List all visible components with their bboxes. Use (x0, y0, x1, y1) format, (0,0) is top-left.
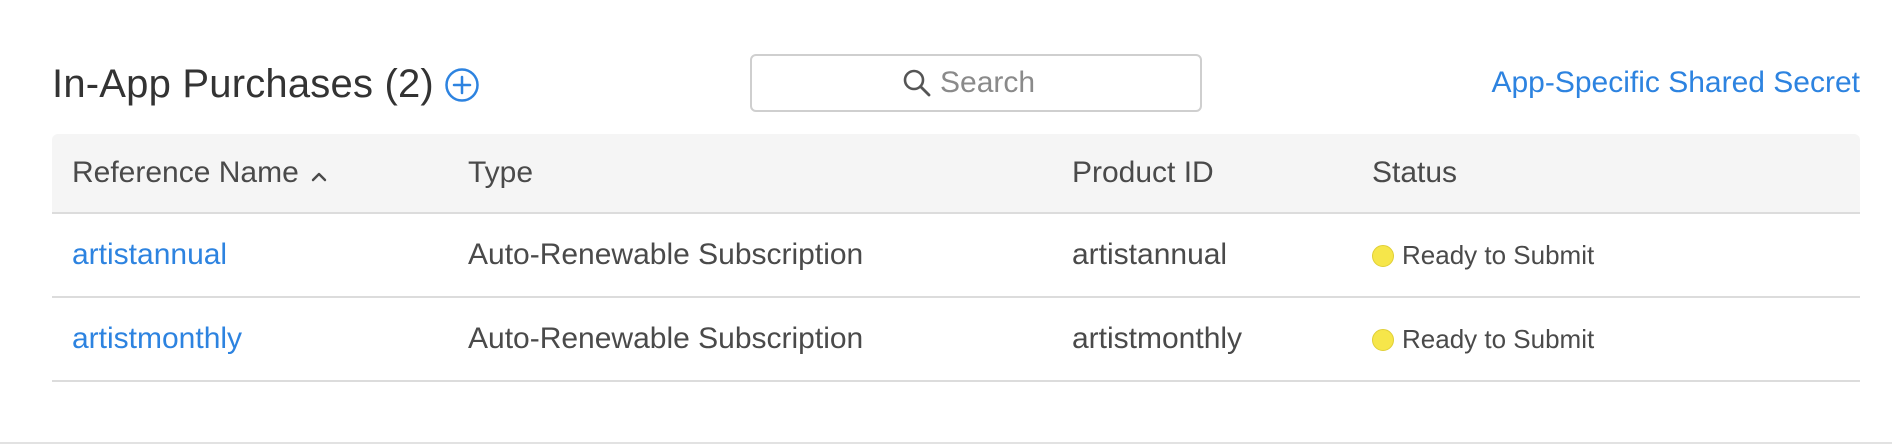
column-header-label: Reference Name (72, 156, 299, 189)
search-box[interactable] (750, 54, 1202, 112)
app-specific-shared-secret-link[interactable]: App-Specific Shared Secret (1491, 66, 1860, 100)
title-group: In-App Purchases (2) (52, 62, 480, 107)
page-title: In-App Purchases (2) (52, 62, 434, 106)
status-text: Ready to Submit (1402, 240, 1595, 270)
column-header-status[interactable]: Status (1372, 156, 1457, 190)
search-input[interactable] (940, 66, 1050, 100)
plus-circle-icon (445, 67, 479, 102)
column-header-product-id[interactable]: Product ID (1072, 156, 1214, 190)
type-cell: Auto-Renewable Subscription (468, 322, 864, 355)
table-row: artistannual Auto-Renewable Subscription… (52, 214, 1860, 298)
status-text: Ready to Submit (1402, 324, 1595, 354)
purchases-table: Reference Name Type Product ID Status ar… (52, 134, 1860, 382)
column-header-reference-name[interactable]: Reference Name (72, 156, 327, 191)
search-icon (902, 68, 932, 98)
table-header: Reference Name Type Product ID Status (52, 134, 1860, 214)
in-app-purchases-page: In-App Purchases (2) App-Specific Shared… (0, 0, 1892, 444)
add-purchase-button[interactable] (444, 67, 480, 103)
column-header-type[interactable]: Type (468, 156, 533, 190)
reference-name-link[interactable]: artistmonthly (72, 322, 242, 356)
status-cell: Ready to Submit (1372, 240, 1594, 271)
status-dot-icon (1372, 244, 1394, 267)
status-dot-icon (1372, 328, 1394, 351)
status-cell: Ready to Submit (1372, 324, 1594, 355)
type-cell: Auto-Renewable Subscription (468, 238, 864, 271)
table-row: artistmonthly Auto-Renewable Subscriptio… (52, 298, 1860, 382)
reference-name-link[interactable]: artistannual (72, 238, 227, 272)
product-id-cell: artistmonthly (1072, 322, 1243, 355)
chevron-up-icon (311, 157, 327, 191)
section-header: In-App Purchases (2) App-Specific Shared… (52, 52, 1860, 116)
product-id-cell: artistannual (1072, 238, 1228, 271)
